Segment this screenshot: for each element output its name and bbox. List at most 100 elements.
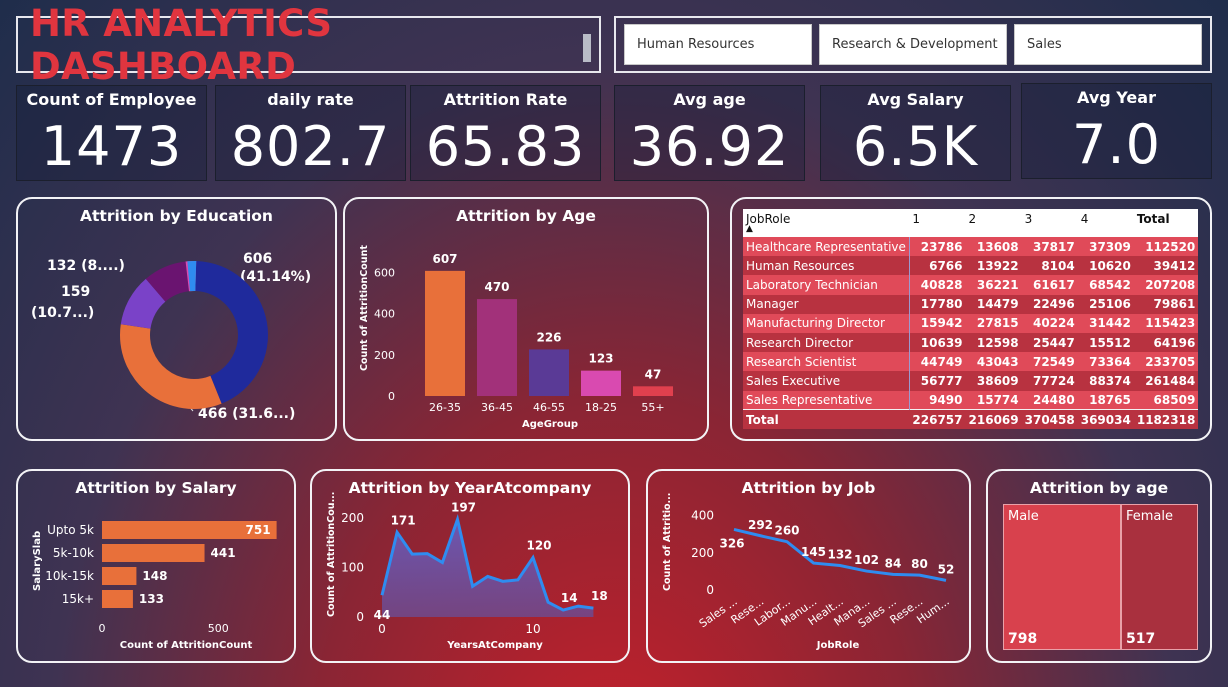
column-header-3[interactable]: 3: [1022, 209, 1078, 237]
bar: [477, 299, 517, 396]
table-cell: 68542: [1089, 277, 1131, 292]
table-cell: 36221: [976, 277, 1019, 292]
table-row[interactable]: Sales Representative 9490 15774 24480 18765 6…: [743, 390, 1199, 410]
y-axis-label: Count of Attritio...: [662, 493, 673, 591]
data-label: 120: [526, 539, 551, 553]
table-cell: 15512: [1089, 335, 1131, 350]
y-tick-label: 0: [388, 390, 395, 403]
kpi-label: daily rate: [267, 90, 354, 109]
x-tick-label: 36-45: [481, 401, 513, 414]
kpi-card-attrition-rate: Attrition Rate 65.83: [410, 85, 601, 181]
data-label: 260: [774, 524, 799, 538]
row-label: Research Director: [743, 332, 910, 353]
slicer-option-research-development[interactable]: Research & Development: [819, 24, 1007, 65]
bar-value-label: 441: [211, 546, 236, 560]
treemap-cell-female[interactable]: Female 517: [1121, 504, 1198, 650]
row-label: Sales Executive: [743, 371, 910, 391]
bar-value-label: 133: [139, 592, 164, 606]
x-tick-label: 10: [525, 622, 540, 636]
y-axis-label: SalarySlab: [32, 531, 43, 591]
table-row[interactable]: Manufacturing Director 15942 27815 40224 314…: [743, 313, 1199, 333]
job-line-panel: Attrition by Job 326 292 260 145 132 102 84 80 5…: [646, 469, 971, 663]
x-tick-label: 0: [99, 622, 106, 635]
treemap-value: 517: [1126, 631, 1156, 647]
kpi-value: 6.5K: [852, 115, 979, 178]
jobrole-table: JobRole ▲ 1 2 3 4 Total Healthcare Repres…: [743, 209, 1199, 429]
table-cell: 37309: [1089, 239, 1131, 254]
column-header-1[interactable]: 1: [909, 209, 965, 237]
bar: [102, 590, 133, 608]
data-label: 326: [719, 536, 744, 550]
table-row[interactable]: Manager 17780 14479 22496 25106 79861: [743, 294, 1199, 314]
y-tick-label: 200: [374, 349, 395, 362]
x-tick-label: 18-25: [585, 401, 617, 414]
x-axis-label: JobRole: [816, 640, 860, 651]
column-header-jobrole[interactable]: JobRole ▲: [743, 209, 909, 237]
kpi-card-avg-year: Avg Year 7.0: [1021, 83, 1212, 179]
slicer-option-sales[interactable]: Sales: [1014, 24, 1202, 65]
table-cell: 43043: [976, 354, 1019, 369]
y-tick-label: 0: [706, 583, 714, 597]
department-slicer: Human Resources Research & Development S…: [614, 16, 1212, 73]
total-cell: 1182318: [1136, 412, 1196, 427]
column-header-2[interactable]: 2: [966, 209, 1022, 237]
sort-arrow-icon: ▲: [746, 224, 753, 234]
bar-value-label: 148: [142, 569, 167, 583]
total-cell: 216069: [968, 412, 1019, 427]
table-cell: 22496: [1032, 297, 1075, 312]
treemap-cell-male[interactable]: Male 798: [1003, 504, 1121, 650]
total-cell: 369034: [1080, 412, 1131, 427]
bar: [102, 567, 137, 585]
table-row[interactable]: Laboratory Technician 40828 36221 61617 6854…: [743, 275, 1199, 295]
data-label: 197: [451, 500, 476, 514]
table-cell: 44749: [920, 354, 963, 369]
x-tick-label: 0: [378, 622, 386, 636]
total-cell: 226757: [912, 412, 963, 427]
row-label: Research Scientist: [743, 352, 910, 372]
donut-label-606: 606: [243, 251, 272, 267]
salary-bar-chart: Upto 5k 751 5k-10k 441 10k-15k 148 15k+ 133 0 500…: [32, 521, 277, 651]
kpi-value: 1473: [40, 115, 183, 178]
bar-value-label: 607: [432, 252, 457, 266]
table-row[interactable]: Healthcare Representative 23786 13608 37817…: [743, 237, 1199, 257]
slicer-option-human-resources[interactable]: Human Resources: [624, 24, 812, 65]
donut-label-159: 159: [61, 284, 90, 300]
table-header-row: JobRole ▲ 1 2 3 4 Total: [743, 209, 1199, 237]
dashboard-title-box: HR ANALYTICS DASHBOARD: [16, 2, 601, 88]
table-cell: 112520: [1145, 239, 1196, 254]
kpi-card-avg-salary: Avg Salary 6.5K: [820, 85, 1011, 181]
gender-treemap-panel: Attrition by age Male 798 Female 517: [986, 469, 1212, 663]
kpi-value: 36.92: [629, 115, 790, 178]
column-header-4[interactable]: 4: [1078, 209, 1134, 237]
row-label: Human Resources: [743, 256, 910, 276]
bar-value-label: 470: [484, 280, 509, 294]
row-label: Manufacturing Director: [743, 313, 910, 333]
page-title: HR ANALYTICS DASHBOARD: [30, 1, 333, 88]
table-cell: 12598: [976, 335, 1019, 350]
table-row[interactable]: Human Resources 6766 13922 8104 10620 39412: [743, 256, 1199, 276]
table-cell: 39412: [1153, 258, 1196, 273]
kpi-label: Avg Year: [1077, 88, 1156, 107]
x-axis-label: Count of AttritionCount: [120, 640, 253, 651]
kpi-label: Avg Salary: [867, 90, 964, 109]
row-label: Laboratory Technician: [743, 275, 910, 295]
data-label: 171: [391, 513, 416, 527]
table-cell: 18765: [1089, 392, 1131, 407]
table-row[interactable]: Research Scientist 44749 43043 72549 73364 23…: [743, 352, 1199, 372]
kpi-label: Count of Employee: [26, 90, 197, 109]
row-label: Healthcare Representative: [743, 237, 910, 257]
column-header-total[interactable]: Total: [1134, 209, 1198, 237]
row-label: Sales Representative: [743, 390, 910, 410]
table-row[interactable]: Research Director 10639 12598 25447 15512 641…: [743, 332, 1199, 353]
bar-value-label: 123: [588, 352, 613, 366]
x-axis-label: YearsAtCompany: [446, 640, 543, 651]
table-cell: 68509: [1153, 392, 1196, 407]
table-row[interactable]: Sales Executive 56777 38609 77724 88374 26148…: [743, 371, 1199, 391]
education-donut-chart: (41.14%) 466 (31.6...) 159 (10.7...) 132…: [31, 251, 311, 422]
table-cell: 77724: [1032, 373, 1075, 388]
x-tick-label: 500: [208, 622, 229, 635]
y-tick-label: 0: [356, 610, 364, 624]
treemap-label: Male: [1008, 509, 1039, 524]
bar: [529, 349, 569, 396]
table-cell: 23786: [920, 239, 963, 254]
